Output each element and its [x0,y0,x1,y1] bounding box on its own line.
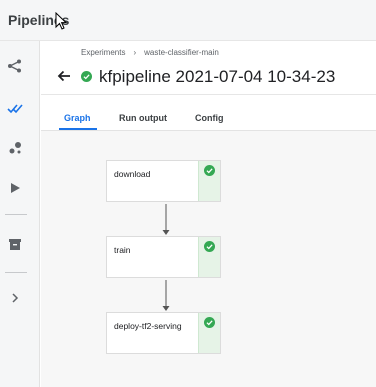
executions-icon[interactable] [7,180,23,196]
node-status-bar [198,313,220,353]
active-tab-indicator [59,128,97,130]
run-title: kfpipeline 2021-07-04 10-34-23 [99,67,336,86]
breadcrumb-separator: › [133,48,137,57]
tab-bar: Graph Run output Config [41,96,376,131]
graph-node-train[interactable]: train [106,236,221,278]
mouse-cursor-icon [55,12,67,30]
breadcrumb: Experiments › waste-classifier-main [81,48,219,57]
graph-node-deploy-tf2-serving[interactable]: deploy-tf2-serving [106,312,221,354]
tab-run-output[interactable]: Run output [119,113,167,123]
artifacts-icon[interactable] [7,140,23,156]
graph-node-download[interactable]: download [106,160,221,202]
breadcrumb-experiments[interactable]: Experiments [81,48,125,57]
top-app-bar: Pipelines [0,0,376,41]
success-check-icon [204,165,215,176]
node-status-bar [198,161,220,201]
success-check-icon [204,241,215,252]
node-label: download [114,169,151,179]
node-label: deploy-tf2-serving [114,321,182,331]
back-arrow-icon[interactable] [57,69,71,83]
tab-config[interactable]: Config [195,113,224,123]
side-navigation [0,41,40,387]
run-success-icon [81,71,92,82]
tab-graph[interactable]: Graph [64,113,91,123]
edge-train-deploy [162,280,170,311]
nav-divider [5,272,27,273]
pipelines-icon[interactable] [7,58,23,74]
kubeflow-run-page: Pipelines Experiments › waste-classifier… [0,0,376,387]
nav-divider [5,214,27,215]
archive-icon[interactable] [7,236,23,252]
expand-chevron-icon[interactable] [7,290,23,306]
pipeline-graph: download train deploy-tf2-serving [41,131,376,387]
page-header: Experiments › waste-classifier-main kfpipe… [41,41,376,95]
edge-download-train [162,204,170,235]
breadcrumb-experiment-name[interactable]: waste-classifier-main [144,48,219,57]
node-label: train [114,245,131,255]
success-check-icon [204,317,215,328]
node-status-bar [198,237,220,277]
experiments-icon[interactable] [7,100,23,116]
